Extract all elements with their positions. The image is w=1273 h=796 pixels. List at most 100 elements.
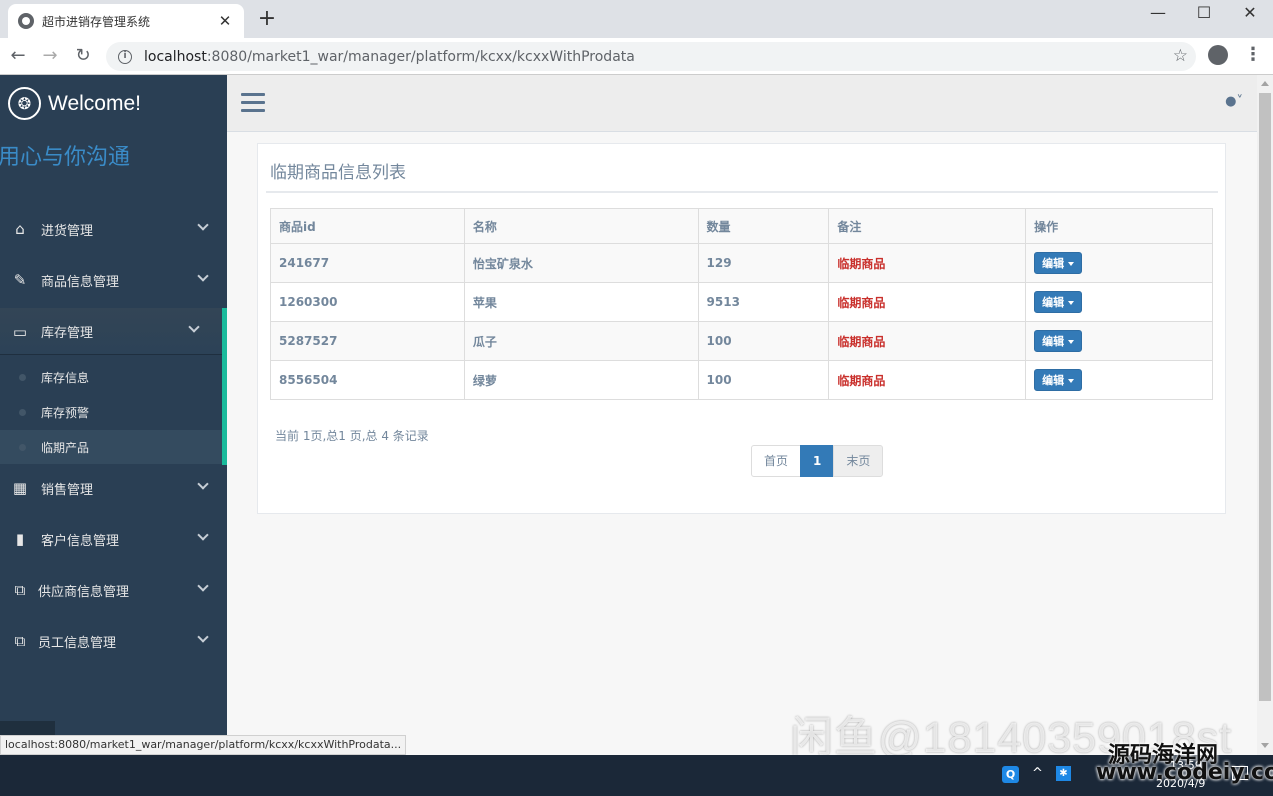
column-header: 商品id [270,208,465,244]
address-bar[interactable]: i localhost:8080/market1_war/manager/pla… [106,42,1196,71]
cell-name: 怡宝矿泉水 [463,243,699,283]
table-row: 5287527 瓜子 100 临期商品 编辑 [270,321,1213,361]
cell-action: 编辑 [1025,243,1213,283]
pagination-info: 当前 1页,总1 页,总 4 条记录 [275,429,429,443]
new-tab-icon[interactable]: + [256,8,278,30]
table-row: 1260300 苹果 9513 临期商品 编辑 [270,282,1213,322]
chevron-up-icon[interactable]: ^ [1032,766,1043,781]
bookmark-star-icon[interactable]: ☆ [1173,46,1188,66]
chevron-down-icon [197,270,209,282]
sidebar: ❂ Welcome! 用心与你沟通 ⌂ 进货管理 ✎ 商品信息管理 ▭ 库存管理… [0,75,227,755]
table-header-row: 商品id 名称 数量 备注 操作 [270,208,1213,244]
column-header: 名称 [463,208,699,244]
cell-name: 绿萝 [463,360,699,400]
browser-tabbar: 超市进销存管理系统 ✕ + — ☐ ✕ [0,0,1273,38]
expiring-products-table: 商品id 名称 数量 备注 操作 241677 怡宝矿泉水 129 临期商品 编… [270,208,1213,400]
sidebar-item-label: 客户信息管理 [41,533,120,549]
profile-icon[interactable] [1208,45,1228,65]
bar-chart-icon: ▮ [15,530,25,548]
top-nav: ●˅ [227,75,1257,132]
browser-toolbar: ← → ↻ i localhost:8080/market1_war/manag… [0,38,1273,75]
edit-button-label: 编辑 [1042,296,1065,309]
clone-icon: ⧉ [14,632,26,650]
submenu-item-label: 库存信息 [41,370,90,385]
minimize-icon[interactable]: — [1135,0,1181,24]
chevron-down-icon [197,580,209,592]
app-tray-icon[interactable]: ✱ [1056,766,1071,781]
edit-dropdown-button[interactable]: 编辑 [1034,330,1083,352]
sidebar-item-label: 供应商信息管理 [38,584,130,600]
browser-tab[interactable]: 超市进销存管理系统 ✕ [8,4,244,38]
url-host: localhost [144,48,207,65]
info-icon[interactable]: i [118,49,132,64]
sidebar-item-label: 销售管理 [41,482,94,498]
sidebar-item-customers[interactable]: ▮ 客户信息管理 [0,516,227,562]
cell-action: 编辑 [1025,360,1213,400]
sidebar-item-sales[interactable]: ▦ 销售管理 [0,465,227,511]
submenu-item-stock-warning[interactable]: 库存预警 [0,395,222,429]
bullet-dot [19,373,26,381]
qq-tray-icon[interactable]: Q [1002,766,1019,783]
page-viewport: ❂ Welcome! 用心与你沟通 ⌂ 进货管理 ✎ 商品信息管理 ▭ 库存管理… [0,75,1273,755]
chevron-down-icon [197,529,209,541]
close-tab-icon[interactable]: ✕ [216,12,234,30]
sidebar-item-inventory[interactable]: ▭ 库存管理 [0,308,227,355]
edit-dropdown-button[interactable]: 编辑 [1034,369,1083,391]
edit-button-label: 编辑 [1042,374,1065,387]
sidebar-item-suppliers[interactable]: ⧉ 供应商信息管理 [0,567,227,613]
last-page-button[interactable]: 末页 [833,445,884,477]
home-icon: ⌂ [15,220,25,238]
sidebar-item-purchase[interactable]: ⌂ 进货管理 [0,206,227,252]
pagination: 首页 1 末页 [751,445,884,477]
cell-action: 编辑 [1025,321,1213,361]
desktop-icon: ▭ [12,322,28,341]
status-bar-url: localhost:8080/market1_war/manager/platf… [0,735,407,755]
column-header: 备注 [828,208,1027,244]
cell-id: 8556504 [270,360,465,400]
sidebar-item-employees[interactable]: ⧉ 员工信息管理 [0,618,227,664]
first-page-button[interactable]: 首页 [751,445,802,477]
table-icon: ▦ [12,479,28,497]
page-scrollbar[interactable] [1257,75,1273,755]
close-window-icon[interactable]: ✕ [1227,0,1273,24]
user-dropdown-icon[interactable]: ●˅ [1225,94,1243,109]
brand[interactable]: ❂ Welcome! [8,87,141,120]
cell-name: 苹果 [463,282,699,322]
cell-quantity: 9513 [697,282,830,322]
sidebar-item-label: 进货管理 [41,223,94,239]
forward-arrow-icon[interactable]: → [38,44,62,68]
tab-title: 超市进销存管理系统 [42,14,151,29]
edit-dropdown-button[interactable]: 编辑 [1034,252,1083,274]
url-path: :8080/market1_war/manager/platform/kcxx/… [206,48,635,65]
submenu-item-expiring-products[interactable]: 临期产品 [0,430,222,464]
caret-down-icon [1068,340,1075,344]
sidebar-item-product-info[interactable]: ✎ 商品信息管理 [0,257,227,303]
cell-id: 1260300 [270,282,465,322]
submenu-item-stock-info[interactable]: 库存信息 [0,360,222,394]
sidebar-item-label: 商品信息管理 [41,274,120,290]
current-page-button[interactable]: 1 [800,445,835,477]
scroll-up-arrow-icon[interactable] [1261,81,1269,86]
brand-title: Welcome! [48,91,141,115]
cell-quantity: 100 [697,360,830,400]
chevron-down-icon [197,631,209,643]
more-menu-icon[interactable]: ⋮ [1244,44,1262,65]
table-row: 8556504 绿萝 100 临期商品 编辑 [270,360,1213,400]
os-taskbar: Q ^ ✱ 13:59 2020/4/9 [0,755,1273,796]
edit-dropdown-button[interactable]: 编辑 [1034,291,1083,313]
scroll-thumb[interactable] [1259,93,1271,701]
cell-quantity: 100 [697,321,830,361]
back-arrow-icon[interactable]: ← [6,44,30,68]
scroll-down-arrow-icon[interactable] [1261,743,1269,748]
slogan: 用心与你沟通 [0,145,131,170]
reload-icon[interactable]: ↻ [71,44,95,68]
edit-icon: ✎ [13,271,27,289]
caret-down-icon [1068,379,1075,383]
cell-id: 241677 [270,243,465,283]
inventory-submenu: 库存信息 库存预警 临期产品 [0,355,227,465]
menu-toggle-icon[interactable] [241,93,265,117]
maximize-icon[interactable]: ☐ [1181,0,1227,24]
page-title: 临期商品信息列表 [270,163,406,183]
paw-icon: ❂ [8,87,41,120]
caret-down-icon [1068,262,1075,266]
